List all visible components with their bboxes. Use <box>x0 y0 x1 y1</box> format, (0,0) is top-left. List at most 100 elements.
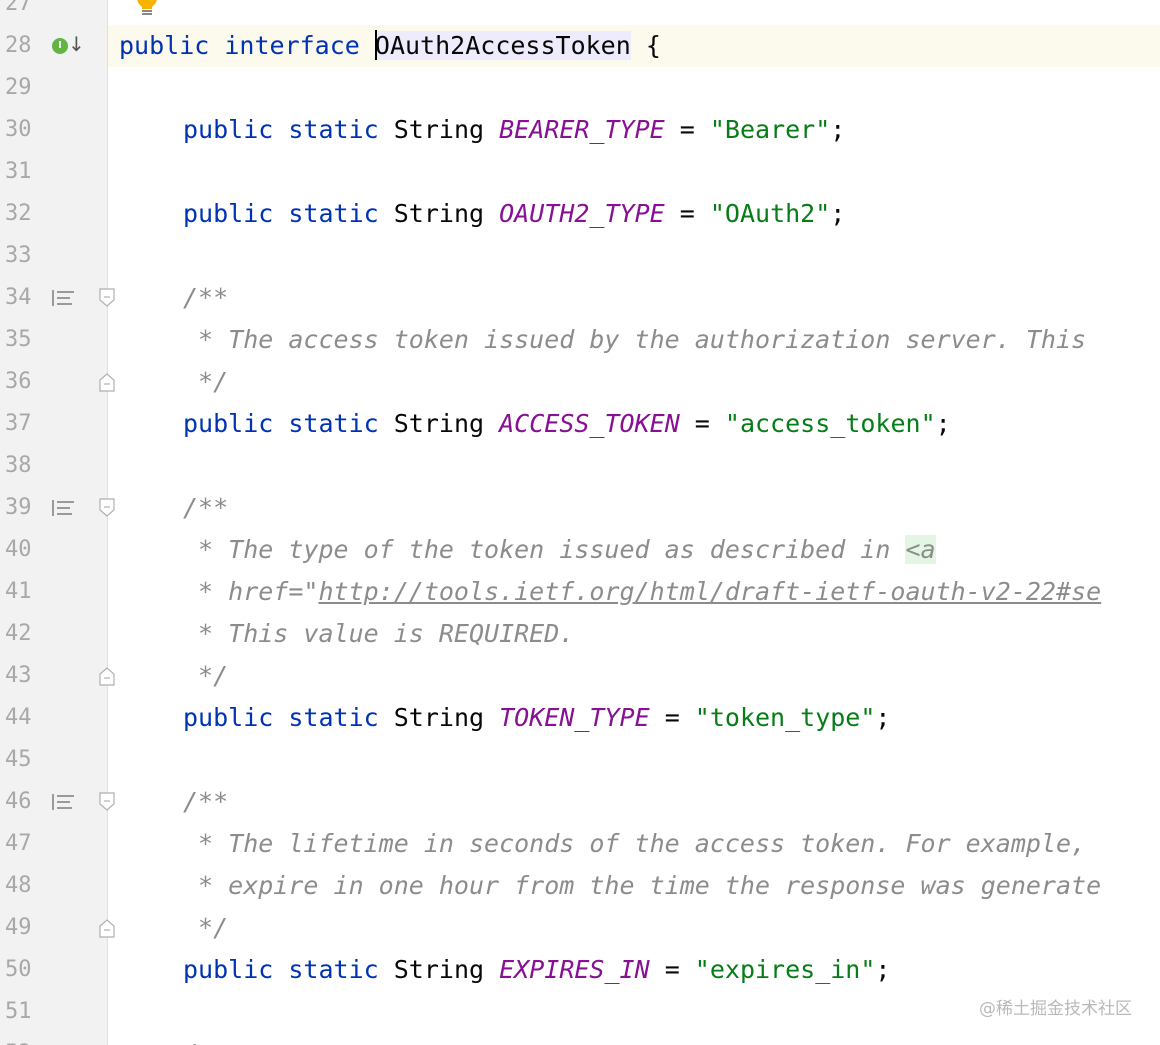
comment-text: / <box>183 1039 198 1045</box>
comment-text: * The access token issued by the authori… <box>183 325 1087 354</box>
keyword: public <box>183 409 274 438</box>
watermark: @稀土掘金技术社区 <box>979 999 1132 1019</box>
comment-text: */ <box>183 367 229 396</box>
code-line[interactable]: /** <box>108 487 1160 529</box>
html-tag: <a <box>905 535 936 564</box>
gutter-line: 35 <box>0 319 107 361</box>
line-number: 40 <box>5 537 32 562</box>
constant-name: BEARER_TYPE <box>499 115 665 144</box>
gutter-line: 46 <box>0 781 115 823</box>
semicolon: ; <box>830 115 846 144</box>
code-line[interactable]: */ <box>108 907 1160 949</box>
line-number: 41 <box>5 579 32 604</box>
code-line[interactable] <box>108 151 1160 193</box>
gutter-line: 39 <box>0 487 115 529</box>
keyword: static <box>288 409 379 438</box>
semicolon: ; <box>935 409 951 438</box>
gutter-line: 41 <box>0 571 107 613</box>
keyword: public <box>183 115 274 144</box>
gutter-line: 27 <box>0 0 107 25</box>
code-line[interactable]: /** <box>108 277 1160 319</box>
javadoc-icon[interactable] <box>52 500 74 516</box>
code-line[interactable]: * The access token issued by the authori… <box>108 319 1160 361</box>
line-number: 36 <box>5 369 32 394</box>
gutter-line: 30 <box>0 109 107 151</box>
string-literal: "OAuth2" <box>709 199 831 228</box>
comment-link: http://tools.ietf.org/html/draft-ietf-oa… <box>318 577 1102 606</box>
code-line[interactable]: / <box>108 1033 1160 1045</box>
line-number: 51 <box>5 999 32 1024</box>
keyword: public <box>183 199 274 228</box>
line-number: 34 <box>5 285 32 310</box>
operator: = <box>649 703 695 732</box>
code-line[interactable]: public static String OAUTH2_TYPE = "OAut… <box>108 193 1160 235</box>
operator: = <box>649 955 695 984</box>
down-arrow-icon[interactable]: ↓ <box>68 31 85 57</box>
code-line[interactable] <box>108 0 1160 25</box>
code-line[interactable]: */ <box>108 655 1160 697</box>
semicolon: ; <box>875 955 891 984</box>
keyword: static <box>288 199 379 228</box>
gutter-line: 29 <box>0 67 107 109</box>
line-number: 32 <box>5 201 32 226</box>
gutter-line: 38 <box>0 445 107 487</box>
gutter-line: 45 <box>0 739 107 781</box>
line-number: 44 <box>5 705 32 730</box>
comment-text: */ <box>183 661 229 690</box>
type-name: String <box>393 199 485 228</box>
code-line[interactable]: * The lifetime in seconds of the access … <box>108 823 1160 865</box>
code-line[interactable] <box>108 67 1160 109</box>
line-number: 39 <box>5 495 32 520</box>
line-number: 31 <box>5 159 32 184</box>
javadoc-icon[interactable] <box>52 290 74 306</box>
code-line[interactable]: * href="http://tools.ietf.org/html/draft… <box>108 571 1160 613</box>
code-line[interactable]: public static String BEARER_TYPE = "Bear… <box>108 109 1160 151</box>
code-line[interactable] <box>108 739 1160 781</box>
code-line[interactable]: public static String EXPIRES_IN = "expir… <box>108 949 1160 991</box>
keyword: public <box>183 955 274 984</box>
gutter-line: 42 <box>0 613 107 655</box>
text-caret <box>374 30 377 60</box>
code-line[interactable]: public interface OAuth2AccessToken { <box>108 25 1160 67</box>
implemented-interface-icon[interactable]: I <box>52 38 68 54</box>
type-name: String <box>393 409 485 438</box>
operator: = <box>679 409 725 438</box>
line-number: 35 <box>5 327 32 352</box>
code-line[interactable]: /** <box>108 781 1160 823</box>
code-line[interactable] <box>108 235 1160 277</box>
comment-text: * The lifetime in seconds of the access … <box>183 829 1087 858</box>
comment-text: /** <box>183 787 229 816</box>
code-line[interactable]: */ <box>108 361 1160 403</box>
line-number: 28 <box>5 33 32 58</box>
code-editor[interactable]: public interface OAuth2AccessToken { publ… <box>108 0 1160 1045</box>
gutter-line: 44 <box>0 697 107 739</box>
line-number: 48 <box>5 873 32 898</box>
code-line[interactable]: * expire in one hour from the time the r… <box>108 865 1160 907</box>
intention-bulb-icon[interactable] <box>133 0 161 24</box>
line-number: 46 <box>5 789 32 814</box>
code-line[interactable]: public static String TOKEN_TYPE = "token… <box>108 697 1160 739</box>
comment-text: * The type of the token issued as descri… <box>183 535 906 564</box>
code-line[interactable] <box>108 445 1160 487</box>
string-literal: "token_type" <box>694 703 876 732</box>
code-line[interactable]: public static String ACCESS_TOKEN = "acc… <box>108 403 1160 445</box>
line-number: 49 <box>5 915 32 940</box>
code-line[interactable]: * This value is REQUIRED. <box>108 613 1160 655</box>
line-number: 38 <box>5 453 32 478</box>
gutter-line: 33 <box>0 235 107 277</box>
operator: = <box>664 199 710 228</box>
line-number: 52 <box>5 1033 32 1045</box>
javadoc-icon[interactable] <box>52 794 74 810</box>
line-number: 33 <box>5 243 32 268</box>
comment-text: /** <box>183 283 229 312</box>
comment-text: /** <box>183 493 229 522</box>
line-number: 50 <box>5 957 32 982</box>
gutter-line: 43 <box>0 655 115 697</box>
gutter-line: 28 I ↓ <box>0 25 107 67</box>
keyword: static <box>288 703 379 732</box>
gutter-line: 51 <box>0 991 107 1033</box>
string-literal: "expires_in" <box>694 955 876 984</box>
code-line[interactable]: * The type of the token issued as descri… <box>108 529 1160 571</box>
gutter-line: 31 <box>0 151 107 193</box>
constant-name: TOKEN_TYPE <box>499 703 650 732</box>
